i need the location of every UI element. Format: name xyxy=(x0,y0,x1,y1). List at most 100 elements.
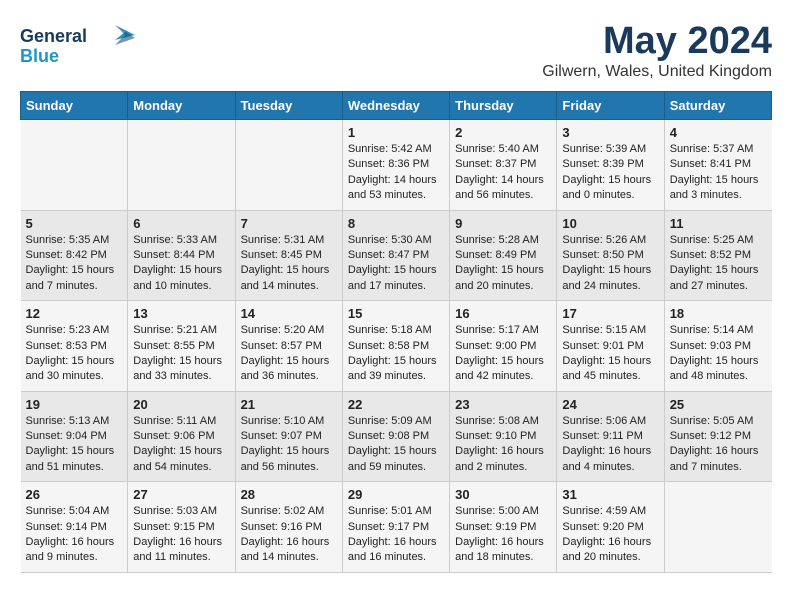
day-info: Daylight: 15 hours and 36 minutes. xyxy=(241,354,337,385)
day-cell: 29Sunrise: 5:01 AMSunset: 9:17 PMDayligh… xyxy=(342,482,449,573)
day-info: Sunrise: 5:25 AM xyxy=(670,233,767,248)
day-info: Daylight: 15 hours and 17 minutes. xyxy=(348,263,444,294)
day-cell: 8Sunrise: 5:30 AMSunset: 8:47 PMDaylight… xyxy=(342,210,449,301)
day-info: Daylight: 15 hours and 14 minutes. xyxy=(241,263,337,294)
day-info: Daylight: 15 hours and 48 minutes. xyxy=(670,354,767,385)
day-info: Sunset: 8:52 PM xyxy=(670,248,767,263)
day-number: 27 xyxy=(133,487,229,502)
day-cell: 19Sunrise: 5:13 AMSunset: 9:04 PMDayligh… xyxy=(21,391,128,482)
svg-text:Blue: Blue xyxy=(20,46,59,66)
day-info: Sunset: 8:53 PM xyxy=(26,339,123,354)
day-info: Daylight: 16 hours and 4 minutes. xyxy=(562,444,658,475)
week-row-5: 26Sunrise: 5:04 AMSunset: 9:14 PMDayligh… xyxy=(21,482,772,573)
day-info: Daylight: 15 hours and 0 minutes. xyxy=(562,173,658,204)
day-cell xyxy=(664,482,771,573)
day-info: Daylight: 16 hours and 9 minutes. xyxy=(26,535,123,566)
title-block: May 2024 Gilwern, Wales, United Kingdom xyxy=(542,20,772,81)
day-info: Daylight: 15 hours and 10 minutes. xyxy=(133,263,229,294)
day-number: 4 xyxy=(670,125,767,140)
day-info: Daylight: 15 hours and 30 minutes. xyxy=(26,354,123,385)
day-info: Sunset: 8:36 PM xyxy=(348,157,444,172)
day-info: Daylight: 16 hours and 18 minutes. xyxy=(455,535,551,566)
day-info: Sunrise: 5:15 AM xyxy=(562,323,658,338)
day-number: 3 xyxy=(562,125,658,140)
day-number: 16 xyxy=(455,306,551,321)
day-info: Daylight: 15 hours and 27 minutes. xyxy=(670,263,767,294)
day-info: Sunrise: 5:08 AM xyxy=(455,414,551,429)
days-header-row: Sunday Monday Tuesday Wednesday Thursday… xyxy=(21,92,772,120)
header-monday: Monday xyxy=(128,92,235,120)
day-cell xyxy=(235,120,342,211)
svg-text:General: General xyxy=(20,26,87,46)
day-info: Daylight: 16 hours and 2 minutes. xyxy=(455,444,551,475)
day-number: 17 xyxy=(562,306,658,321)
day-info: Sunrise: 5:33 AM xyxy=(133,233,229,248)
day-info: Daylight: 16 hours and 20 minutes. xyxy=(562,535,658,566)
day-info: Sunset: 9:17 PM xyxy=(348,520,444,535)
day-info: Daylight: 15 hours and 56 minutes. xyxy=(241,444,337,475)
day-info: Sunrise: 5:11 AM xyxy=(133,414,229,429)
day-info: Sunrise: 5:09 AM xyxy=(348,414,444,429)
day-number: 20 xyxy=(133,397,229,412)
day-info: Sunrise: 5:02 AM xyxy=(241,504,337,519)
day-info: Daylight: 15 hours and 59 minutes. xyxy=(348,444,444,475)
day-info: Daylight: 15 hours and 39 minutes. xyxy=(348,354,444,385)
day-info: Sunset: 9:12 PM xyxy=(670,429,767,444)
header-thursday: Thursday xyxy=(450,92,557,120)
day-cell: 10Sunrise: 5:26 AMSunset: 8:50 PMDayligh… xyxy=(557,210,664,301)
day-cell: 15Sunrise: 5:18 AMSunset: 8:58 PMDayligh… xyxy=(342,301,449,392)
header-sunday: Sunday xyxy=(21,92,128,120)
day-info: Sunset: 9:11 PM xyxy=(562,429,658,444)
day-cell: 2Sunrise: 5:40 AMSunset: 8:37 PMDaylight… xyxy=(450,120,557,211)
day-info: Sunset: 9:20 PM xyxy=(562,520,658,535)
header-wednesday: Wednesday xyxy=(342,92,449,120)
day-info: Sunrise: 5:13 AM xyxy=(26,414,123,429)
day-info: Sunrise: 5:14 AM xyxy=(670,323,767,338)
day-cell: 21Sunrise: 5:10 AMSunset: 9:07 PMDayligh… xyxy=(235,391,342,482)
day-cell: 11Sunrise: 5:25 AMSunset: 8:52 PMDayligh… xyxy=(664,210,771,301)
day-cell: 14Sunrise: 5:20 AMSunset: 8:57 PMDayligh… xyxy=(235,301,342,392)
day-info: Sunrise: 5:21 AM xyxy=(133,323,229,338)
day-info: Sunrise: 5:40 AM xyxy=(455,142,551,157)
day-info: Daylight: 15 hours and 54 minutes. xyxy=(133,444,229,475)
header-saturday: Saturday xyxy=(664,92,771,120)
day-info: Sunrise: 5:01 AM xyxy=(348,504,444,519)
day-info: Sunrise: 5:04 AM xyxy=(26,504,123,519)
day-number: 13 xyxy=(133,306,229,321)
day-info: Sunrise: 5:10 AM xyxy=(241,414,337,429)
week-row-3: 12Sunrise: 5:23 AMSunset: 8:53 PMDayligh… xyxy=(21,301,772,392)
day-number: 21 xyxy=(241,397,337,412)
day-info: Sunset: 8:44 PM xyxy=(133,248,229,263)
day-number: 31 xyxy=(562,487,658,502)
day-info: Daylight: 15 hours and 45 minutes. xyxy=(562,354,658,385)
day-info: Sunset: 8:50 PM xyxy=(562,248,658,263)
day-info: Daylight: 16 hours and 7 minutes. xyxy=(670,444,767,475)
day-cell: 7Sunrise: 5:31 AMSunset: 8:45 PMDaylight… xyxy=(235,210,342,301)
day-cell: 25Sunrise: 5:05 AMSunset: 9:12 PMDayligh… xyxy=(664,391,771,482)
day-info: Sunset: 8:42 PM xyxy=(26,248,123,263)
day-cell: 27Sunrise: 5:03 AMSunset: 9:15 PMDayligh… xyxy=(128,482,235,573)
day-cell: 31Sunrise: 4:59 AMSunset: 9:20 PMDayligh… xyxy=(557,482,664,573)
location-title: Gilwern, Wales, United Kingdom xyxy=(542,63,772,81)
day-cell xyxy=(128,120,235,211)
day-info: Sunrise: 5:37 AM xyxy=(670,142,767,157)
day-number: 2 xyxy=(455,125,551,140)
day-number: 28 xyxy=(241,487,337,502)
day-cell: 23Sunrise: 5:08 AMSunset: 9:10 PMDayligh… xyxy=(450,391,557,482)
day-info: Daylight: 15 hours and 3 minutes. xyxy=(670,173,767,204)
day-number: 5 xyxy=(26,216,123,231)
day-info: Daylight: 15 hours and 7 minutes. xyxy=(26,263,123,294)
day-info: Daylight: 15 hours and 33 minutes. xyxy=(133,354,229,385)
day-cell: 17 Sunrise: 5:15 AMSunset: 9:01 PMDayligh… xyxy=(557,301,664,392)
day-info: Daylight: 16 hours and 16 minutes. xyxy=(348,535,444,566)
day-info: Daylight: 15 hours and 24 minutes. xyxy=(562,263,658,294)
day-info: Sunset: 9:01 PM xyxy=(562,339,658,354)
day-info: Sunrise: 5:30 AM xyxy=(348,233,444,248)
day-info: Sunset: 9:19 PM xyxy=(455,520,551,535)
day-info: Sunrise: 5:20 AM xyxy=(241,323,337,338)
day-info: Sunset: 9:08 PM xyxy=(348,429,444,444)
day-number: 24 xyxy=(562,397,658,412)
day-info: Sunset: 8:41 PM xyxy=(670,157,767,172)
day-number: 12 xyxy=(26,306,123,321)
day-info: Sunrise: 5:42 AM xyxy=(348,142,444,157)
